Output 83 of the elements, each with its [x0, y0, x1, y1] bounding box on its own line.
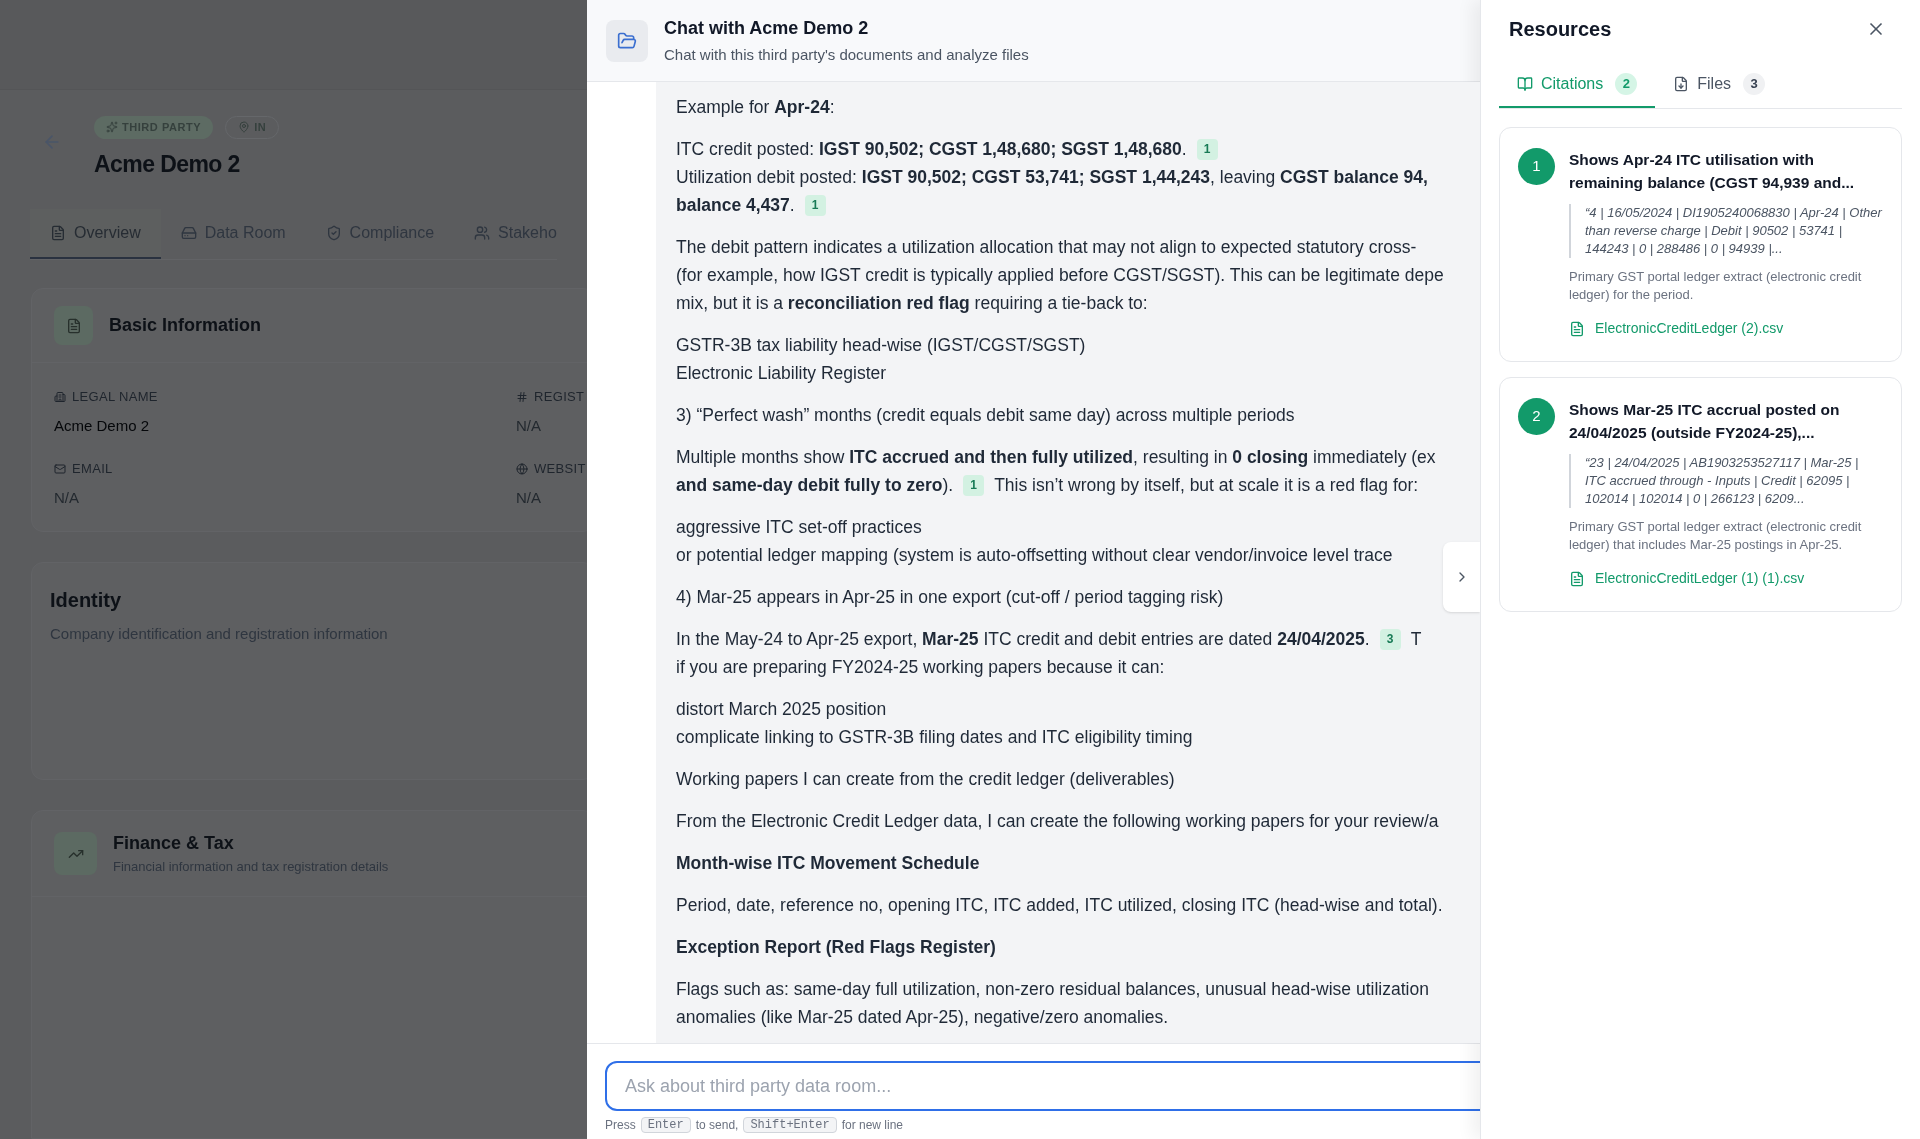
message-text: distort March 2025 position — [676, 698, 887, 721]
message-text: In the May-24 to Apr-25 export, Mar-25 ITC credit and debit entries are dated 24/04/2025. — [676, 628, 1370, 651]
key-hint: Enter — [640, 1117, 691, 1133]
citation-badge[interactable]: 1 — [804, 194, 826, 216]
message-text: Working papers I can create from the credit ledger (deliverables) — [676, 768, 1175, 791]
tab-icon — [1673, 76, 1690, 92]
tab-icon — [180, 225, 197, 241]
message-text: anomalies (like Mar-25 dated Apr-25), negative/zero anomalies. — [676, 1006, 1169, 1029]
citation-description: Primary GST portal ledger extract (electronic credit ledger) that includes Mar-25 postings in Apr-25. — [1569, 518, 1863, 554]
field-label: EMAIL — [72, 460, 113, 478]
card-title: Finance & Tax — [113, 832, 235, 856]
chat-input[interactable]: Ask about third party data room... — [605, 1061, 1480, 1111]
field-icon — [54, 462, 66, 475]
message-text: aggressive ITC set-off practices — [676, 516, 922, 539]
message-text: if you are preparing FY2024-25 working papers because it can: — [676, 656, 1165, 679]
message-text: complicate linking to GSTR-3B filing dates and ITC eligibility timing — [676, 726, 1193, 749]
expand-panel-button[interactable] — [1443, 542, 1480, 612]
citation-number: 1 — [1518, 148, 1555, 185]
message-text: Multiple months show ITC accrued and then fully utilized, resulting in 0 closing immediately (ex — [676, 446, 1436, 469]
message-text: GSTR-3B tax liability head-wise (IGST/CGST/SGST) — [676, 334, 1086, 357]
field-value: Acme Demo 2 — [54, 415, 151, 436]
citation-badge[interactable]: 1 — [1196, 138, 1218, 160]
card-title: Basic Information — [109, 314, 262, 337]
file-link[interactable]: ElectronicCreditLedger (2).csv — [1569, 318, 1883, 339]
citation-badge[interactable]: 3 — [1379, 628, 1401, 650]
message-text: From the Electronic Credit Ledger data, I can create the following working papers for your review/a — [676, 810, 1439, 833]
message-text: Utilization debit posted: IGST 90,502; CGST 53,741; SGST 1,44,243, leaving CGST balance 94, — [676, 166, 1428, 189]
hint-text: for new line — [841, 1119, 903, 1131]
folder-icon — [606, 19, 648, 62]
message-text: Example for Apr-24: — [676, 96, 835, 119]
count-badge: 2 — [1615, 73, 1638, 95]
tab-icon — [1517, 76, 1533, 92]
message-text: Electronic Liability Register — [676, 362, 887, 385]
company-title: Acme Demo 2 — [94, 149, 241, 179]
file-link[interactable]: ElectronicCreditLedger (1) (1).csv — [1569, 568, 1883, 589]
field-label: WEBSIT — [534, 460, 586, 478]
message-text: This isn’t wrong by itself, but at scale it is a red flag for: — [994, 474, 1419, 497]
citation-number: 2 — [1518, 398, 1555, 435]
card-title: Identity — [50, 588, 123, 613]
message-text: The debit pattern indicates a utilization allocation that may not align to expected statutory cross- — [676, 236, 1417, 259]
message-text: 4) Mar-25 appears in Apr-25 in one export (cut-off / period tagging risk) — [676, 586, 1224, 609]
field-value: N/A — [54, 487, 80, 508]
message-text: 3) “Perfect wash” months (credit equals debit same day) across multiple periods — [676, 404, 1295, 427]
citation-badge[interactable]: 1 — [963, 474, 985, 496]
section-heading: Exception Report (Red Flags Register) — [676, 936, 996, 959]
tab-icon — [474, 225, 491, 241]
citation-description: Primary GST portal ledger extract (electronic credit ledger) for the period. — [1569, 268, 1863, 304]
message-text: ITC credit posted: IGST 90,502; CGST 1,48,680; SGST 1,48,680. — [676, 138, 1187, 161]
trend-icon — [54, 832, 97, 875]
citation-title: Shows Apr-24 ITC utilisation with remaining balance (CGST 94,939 and... — [1569, 150, 1856, 193]
resource-tab[interactable]: Files 3 — [1655, 62, 1784, 108]
field-value: N/A — [516, 487, 542, 508]
message-text: (for example, how IGST credit is typically applied before CGST/SGST). This can be legitimate depe — [676, 264, 1444, 287]
section-heading: Month-wise ITC Movement Schedule — [676, 852, 980, 875]
count-badge: 3 — [1743, 73, 1766, 95]
document-icon — [54, 306, 93, 345]
hint-text: to send, — [695, 1119, 739, 1131]
field-icon — [516, 390, 528, 403]
file-icon — [1569, 570, 1585, 587]
message-text: balance 4,437. — [676, 194, 795, 217]
resource-tab[interactable]: Citations 2 — [1499, 62, 1656, 108]
tab-icon — [325, 225, 342, 241]
panel-title: Resources — [1509, 17, 1612, 42]
message-text: Period, date, reference no, opening ITC, ITC added, ITC utilized, closing ITC (head-wise and total). — [676, 894, 1443, 917]
citation-quote: “4 | 16/05/2024 | DI1905240068830 | Apr-24 | Other than reverse charge | Debit | 90502 | 53741 | 144243 | 0 | 288486 | 0 | 94939 |... — [1569, 204, 1883, 258]
field-value: N/A — [516, 415, 542, 436]
message-text: Flags such as: same-day full utilization, non-zero residual balances, unusual head-wise utilization — [676, 978, 1429, 1001]
file-icon — [1569, 320, 1585, 337]
field-label: REGIST — [534, 388, 585, 406]
tab-icon — [50, 225, 66, 241]
citation-quote: “23 | 24/04/2025 | AB1903253527117 | Mar-25 | ITC accrued through - Inputs | Credit | 62095 | 102014 | 102014 | 0 | 266123 | 6209... — [1569, 454, 1883, 508]
hint-text: Press — [605, 1119, 636, 1131]
field-icon — [54, 390, 66, 403]
citation-title: Shows Mar-25 ITC accrual posted on 24/04/2025 (outside FY2024-25),... — [1569, 400, 1841, 443]
message-text: T — [1410, 628, 1422, 651]
message-text: mix, but it is a reconciliation red flag requiring a tie-back to: — [676, 292, 1148, 315]
chat-subtitle: Chat with this third party's documents and analyze files — [664, 44, 1029, 65]
field-label: LEGAL NAME — [72, 388, 158, 406]
field-icon — [516, 462, 528, 475]
key-hint: Shift+Enter — [743, 1117, 837, 1133]
chat-title: Chat with Acme Demo 2 — [664, 16, 870, 40]
message-text: and same-day debit fully to zero). — [676, 474, 954, 497]
message-text: or potential ledger mapping (system is auto-offsetting without clear vendor/invoice level trace — [676, 544, 1393, 567]
